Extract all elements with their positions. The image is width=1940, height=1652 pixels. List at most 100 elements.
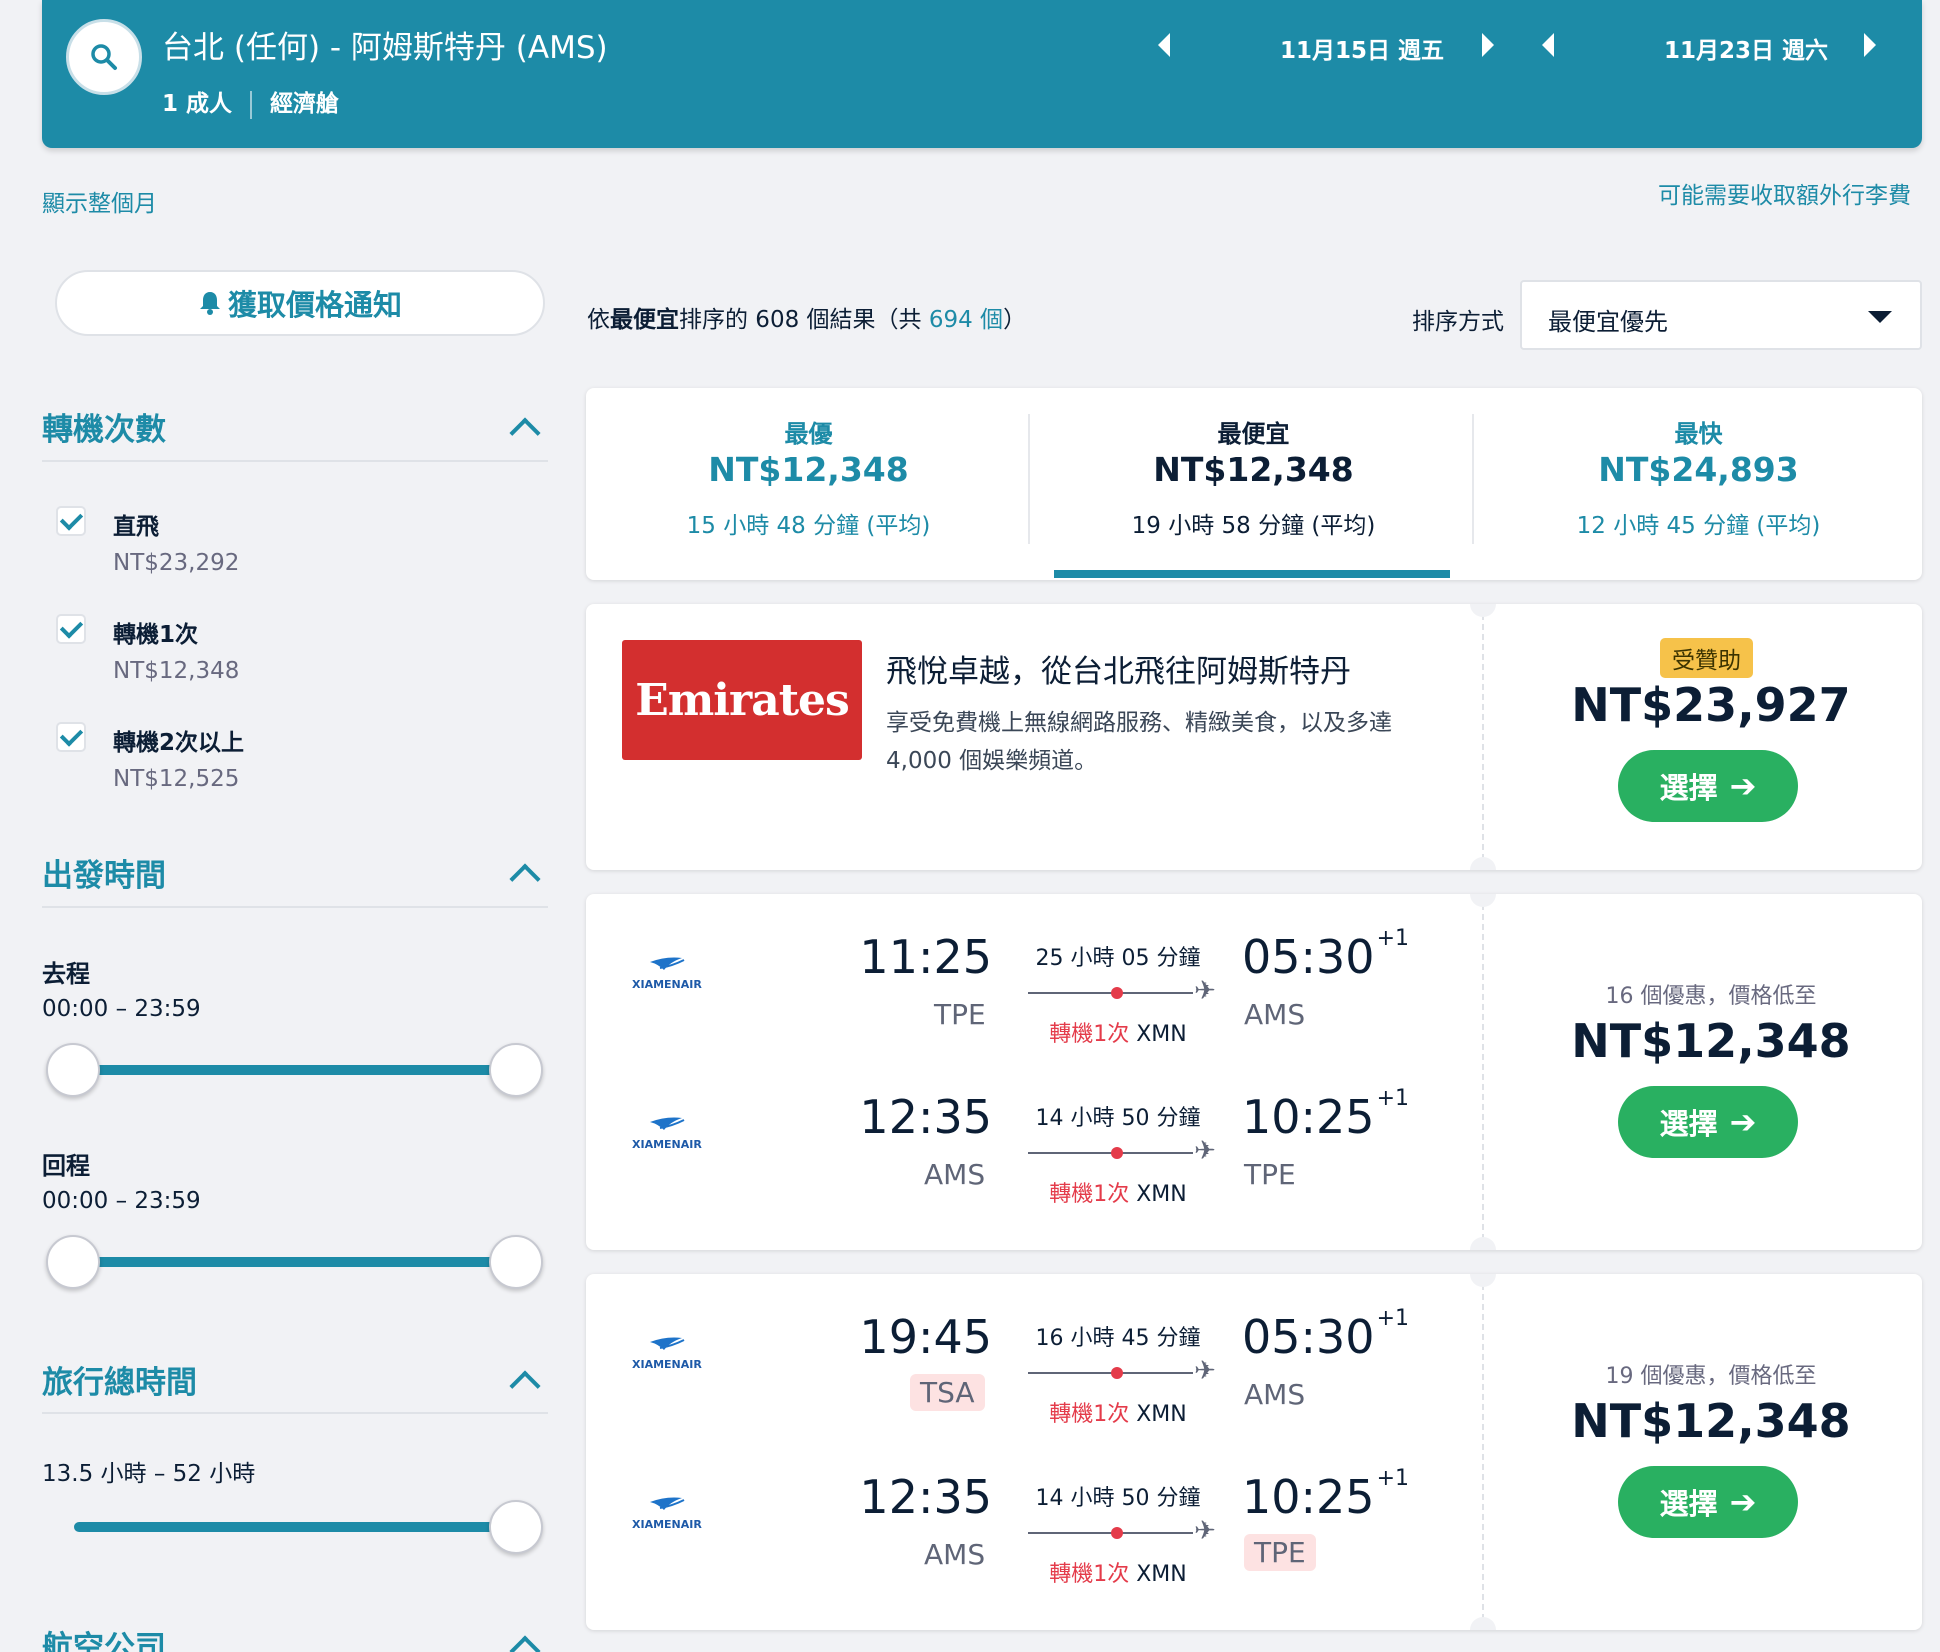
stop-dot <box>1111 1147 1123 1159</box>
arrow-right-icon: ➔ <box>1729 1483 1757 1521</box>
active-tab-indicator <box>1054 570 1450 578</box>
next-return-date-icon[interactable] <box>1864 33 1876 57</box>
stops-two-plus-price: NT$12,525 <box>113 766 240 792</box>
collapse-stops-chevron-icon[interactable] <box>509 417 541 449</box>
sort-dropdown[interactable]: 最便宜優先 <box>1520 280 1922 350</box>
collapse-airlines-chevron-icon[interactable] <box>509 1635 541 1652</box>
stop-airport: XMN <box>1136 1022 1187 1047</box>
stop-airport: XMN <box>1136 1562 1187 1587</box>
duration-filter-title[interactable]: 旅行總時間 <box>42 1357 197 1402</box>
collapse-depart-time-chevron-icon[interactable] <box>509 863 541 895</box>
stops-info: 轉機1次 XMN <box>1018 1176 1218 1208</box>
passenger-summary[interactable]: 1 成人 經濟艙 <box>162 84 339 119</box>
ad-price: NT$23,927 <box>1571 678 1851 732</box>
tab-fastest[interactable]: 最快 NT$24,893 12 小時 45 分鐘 (平均) <box>1476 388 1921 580</box>
airplane-icon: ✈ <box>1194 1356 1216 1386</box>
arrival-time-value: 05:30 <box>1242 1310 1375 1364</box>
tab-cheapest[interactable]: 最便宜 NT$12,348 19 小時 58 分鐘 (平均) <box>1031 388 1476 580</box>
stops-filter-title[interactable]: 轉機次數 <box>42 404 166 449</box>
sponsored-badge: 受贊助 <box>1660 638 1753 678</box>
deals-count: 16 個優惠，價格低至 <box>1605 984 1817 1009</box>
route-title[interactable]: 台北 (任何) - 阿姆斯特丹 (AMS) <box>162 22 608 67</box>
next-depart-date-icon[interactable] <box>1482 33 1494 57</box>
card-notch <box>1470 857 1496 870</box>
select-button-label: 選擇 <box>1659 1487 1718 1521</box>
return-slider-track[interactable] <box>74 1257 516 1267</box>
arrival-time-value: 10:25 <box>1242 1470 1375 1524</box>
return-slider-min-handle[interactable] <box>46 1235 100 1289</box>
flight-result-card[interactable]: XIAMENAIR 11:25 TPE 25 小時 05 分鐘 ✈ 轉機1次 X… <box>586 894 1922 1250</box>
results-total-link[interactable]: 694 個 <box>929 307 1003 333</box>
stop-dot <box>1111 1367 1123 1379</box>
stops-two-plus-checkbox[interactable] <box>56 722 86 752</box>
sponsored-result-card[interactable]: Emirates 飛悅卓越，從台北飛往阿姆斯特丹 享受免費機上無線網路服務、精緻… <box>586 604 1922 870</box>
depart-time-filter-title[interactable]: 出發時間 <box>42 850 166 895</box>
prev-return-date-icon[interactable] <box>1542 33 1554 57</box>
depart-date[interactable]: 11月15日 週五 <box>1242 31 1482 65</box>
tab-best[interactable]: 最優 NT$12,348 15 小時 48 分鐘 (平均) <box>586 388 1031 580</box>
stops-one-checkbox[interactable] <box>56 614 86 644</box>
prev-depart-date-icon[interactable] <box>1158 33 1170 57</box>
departure-airport: AMS <box>924 1538 986 1571</box>
stops-two-plus-label[interactable]: 轉機2次以上 <box>113 723 244 757</box>
show-month-link[interactable]: 顯示整個月 <box>42 184 157 218</box>
select-button[interactable]: 選擇 ➔ <box>1618 1086 1798 1158</box>
duration-range: 13.5 小時 – 52 小時 <box>42 1461 256 1487</box>
outbound-slider-min-handle[interactable] <box>46 1043 100 1097</box>
ad-title[interactable]: 飛悅卓越，從台北飛往阿姆斯特丹 <box>886 646 1351 691</box>
departure-airport-highlighted: TSA <box>910 1374 985 1411</box>
arrival-time: 10:25+1 <box>1242 1086 1409 1144</box>
divider <box>42 906 548 908</box>
xiamen-air-logo-icon: XIAMENAIR <box>632 1497 702 1531</box>
select-button-label: 選擇 <box>1659 1107 1718 1141</box>
collapse-duration-chevron-icon[interactable] <box>509 1370 541 1402</box>
stops-info: 轉機1次 XMN <box>1018 1016 1218 1048</box>
stops-one-label[interactable]: 轉機1次 <box>113 615 198 649</box>
sort-dropdown-value: 最便宜優先 <box>1548 308 1668 336</box>
ad-description: 享受免費機上無線網路服務、精緻美食，以及多達 4,000 個娛樂頻道。 <box>886 710 1392 774</box>
tab-best-name: 最優 <box>784 420 833 448</box>
search-icon <box>91 44 117 70</box>
stops-nonstop-label[interactable]: 直飛 <box>113 507 159 541</box>
tab-cheapest-price: NT$12,348 <box>1153 450 1354 489</box>
select-button-label: 選擇 <box>1659 771 1718 805</box>
card-notch <box>1470 1274 1496 1287</box>
departure-time: 12:35 <box>859 1470 992 1524</box>
bell-icon <box>199 292 220 315</box>
arrival-day-offset: +1 <box>1376 926 1410 951</box>
edit-search-button[interactable] <box>66 19 142 95</box>
card-notch <box>1470 1237 1496 1250</box>
arrival-airport: TPE <box>1244 1158 1296 1191</box>
card-divider <box>1482 894 1484 1250</box>
arrival-airport: AMS <box>1244 1378 1306 1411</box>
divider <box>42 1412 548 1414</box>
duration-slider-max-handle[interactable] <box>489 1500 543 1554</box>
select-button[interactable]: 選擇 ➔ <box>1618 750 1798 822</box>
stops-nonstop-checkbox[interactable] <box>56 506 86 536</box>
outbound-slider-track[interactable] <box>74 1065 516 1075</box>
results-middle: 排序的 608 個結果（共 <box>679 307 929 333</box>
arrival-airport-highlighted: TPE <box>1244 1534 1316 1571</box>
flight-result-card[interactable]: XIAMENAIR 19:45 TSA 16 小時 45 分鐘 ✈ 轉機1次 X… <box>586 1274 1922 1630</box>
xiamen-air-logo-icon: XIAMENAIR <box>632 957 702 991</box>
arrival-day-offset: +1 <box>1376 1086 1410 1111</box>
divider <box>42 460 548 462</box>
arrival-day-offset: +1 <box>1376 1466 1410 1491</box>
return-slider-max-handle[interactable] <box>489 1235 543 1289</box>
tab-fastest-name: 最快 <box>1674 420 1723 448</box>
stops-count: 轉機1次 <box>1049 1182 1130 1207</box>
outbound-slider-max-handle[interactable] <box>489 1043 543 1097</box>
arrow-right-icon: ➔ <box>1729 767 1757 805</box>
arrival-time: 05:30+1 <box>1242 926 1409 984</box>
tab-separator <box>1028 414 1030 544</box>
baggage-fee-link[interactable]: 可能需要收取額外行李費 <box>1658 176 1911 210</box>
search-header: 台北 (任何) - 阿姆斯特丹 (AMS) 1 成人 經濟艙 11月15日 週五 … <box>42 0 1922 148</box>
departure-airport: TPE <box>934 998 986 1031</box>
airlines-filter-title[interactable]: 航空公司 <box>42 1622 166 1652</box>
flight-duration: 16 小時 45 分鐘 <box>1035 1326 1201 1351</box>
price-alert-button[interactable]: 獲取價格通知 <box>55 270 545 336</box>
select-button[interactable]: 選擇 ➔ <box>1618 1466 1798 1538</box>
return-date[interactable]: 11月23日 週六 <box>1626 31 1866 65</box>
emirates-logo: Emirates <box>622 640 862 760</box>
duration-slider-track[interactable] <box>74 1522 516 1532</box>
